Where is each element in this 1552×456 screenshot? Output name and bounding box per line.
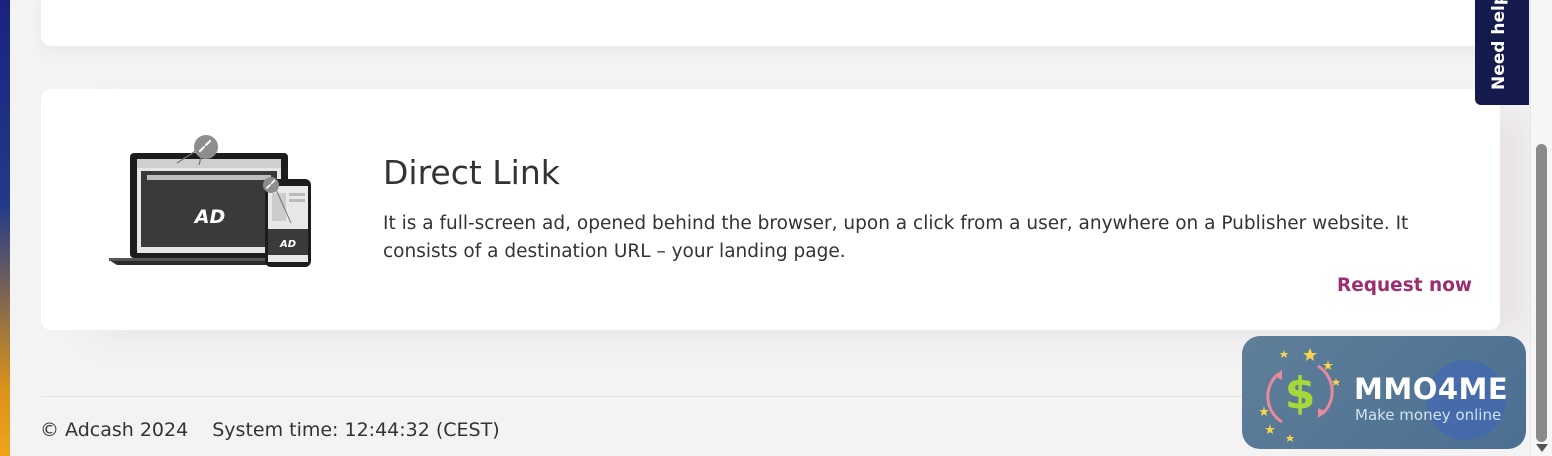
scroll-down-arrow-icon[interactable] xyxy=(1536,444,1548,452)
laptop-ad-text: AD xyxy=(193,206,225,228)
phone-ad-text: AD xyxy=(279,239,296,250)
need-help-label: Need help xyxy=(1489,0,1509,90)
money-cycle-icon: $ xyxy=(1259,348,1340,442)
side-gradient-strip xyxy=(0,0,10,456)
system-time-text: System time: 12:44:32 (CEST) xyxy=(212,419,500,441)
page-scrollbar[interactable] xyxy=(1530,0,1552,456)
card-title: Direct Link xyxy=(383,153,560,192)
copyright-text: © Adcash 2024 xyxy=(40,419,189,441)
scrollbar-thumb[interactable] xyxy=(1536,144,1547,442)
page: AD AD Direct Link It is a full-screen ad… xyxy=(0,0,1552,456)
card-description: It is a full-screen ad, opened behind th… xyxy=(383,213,1409,262)
direct-link-card: AD AD Direct Link It is a full-screen ad… xyxy=(41,89,1500,330)
dollar-sign: $ xyxy=(1285,368,1316,419)
request-now-link[interactable]: Request now xyxy=(1337,275,1472,296)
footer: © Adcash 2024 System time: 12:44:32 (CES… xyxy=(40,419,500,441)
need-help-tab[interactable]: Need help xyxy=(1475,0,1529,105)
direct-link-illustration: AD AD xyxy=(109,135,311,267)
badge-title: MMO4ME xyxy=(1354,372,1509,406)
previous-card xyxy=(41,0,1501,46)
mmo4me-badge: $ MMO4ME Make money online xyxy=(1242,336,1526,449)
badge-subtitle: Make money online xyxy=(1355,406,1502,424)
